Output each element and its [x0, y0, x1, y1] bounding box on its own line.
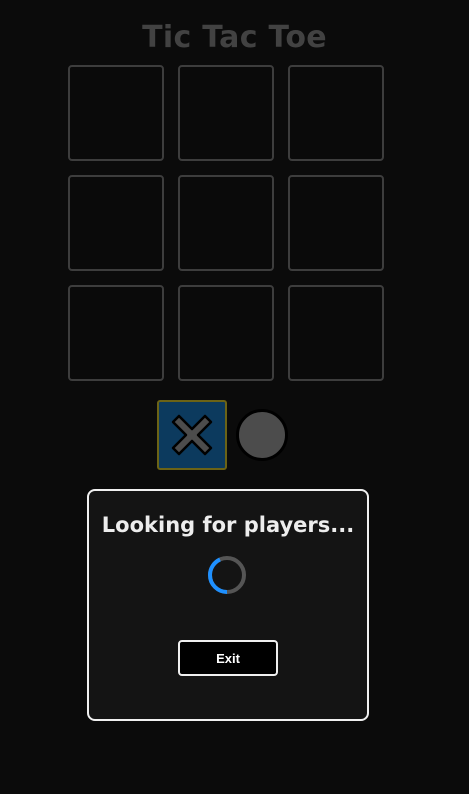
board-cell-1[interactable]	[68, 65, 164, 161]
game-page: Tic Tac Toe Looking for players... Exit	[0, 0, 469, 794]
page-title: Tic Tac Toe	[142, 20, 327, 55]
board-cell-2[interactable]	[178, 65, 274, 161]
board-cell-5[interactable]	[178, 175, 274, 271]
board-cell-4[interactable]	[68, 175, 164, 271]
board-cell-3[interactable]	[288, 65, 384, 161]
matchmaking-dialog: Looking for players... Exit	[87, 489, 369, 721]
spinner-icon	[207, 556, 246, 594]
board-cell-9[interactable]	[288, 285, 384, 381]
exit-button[interactable]: Exit	[178, 640, 278, 676]
dialog-title: Looking for players...	[101, 513, 355, 537]
game-board	[68, 65, 388, 385]
board-cell-6[interactable]	[288, 175, 384, 271]
piece-selector	[157, 400, 297, 470]
piece-x-option[interactable]	[157, 400, 227, 470]
board-cell-7[interactable]	[68, 285, 164, 381]
piece-o-option[interactable]	[236, 409, 288, 461]
board-cell-8[interactable]	[178, 285, 274, 381]
x-mark-icon	[171, 414, 213, 456]
